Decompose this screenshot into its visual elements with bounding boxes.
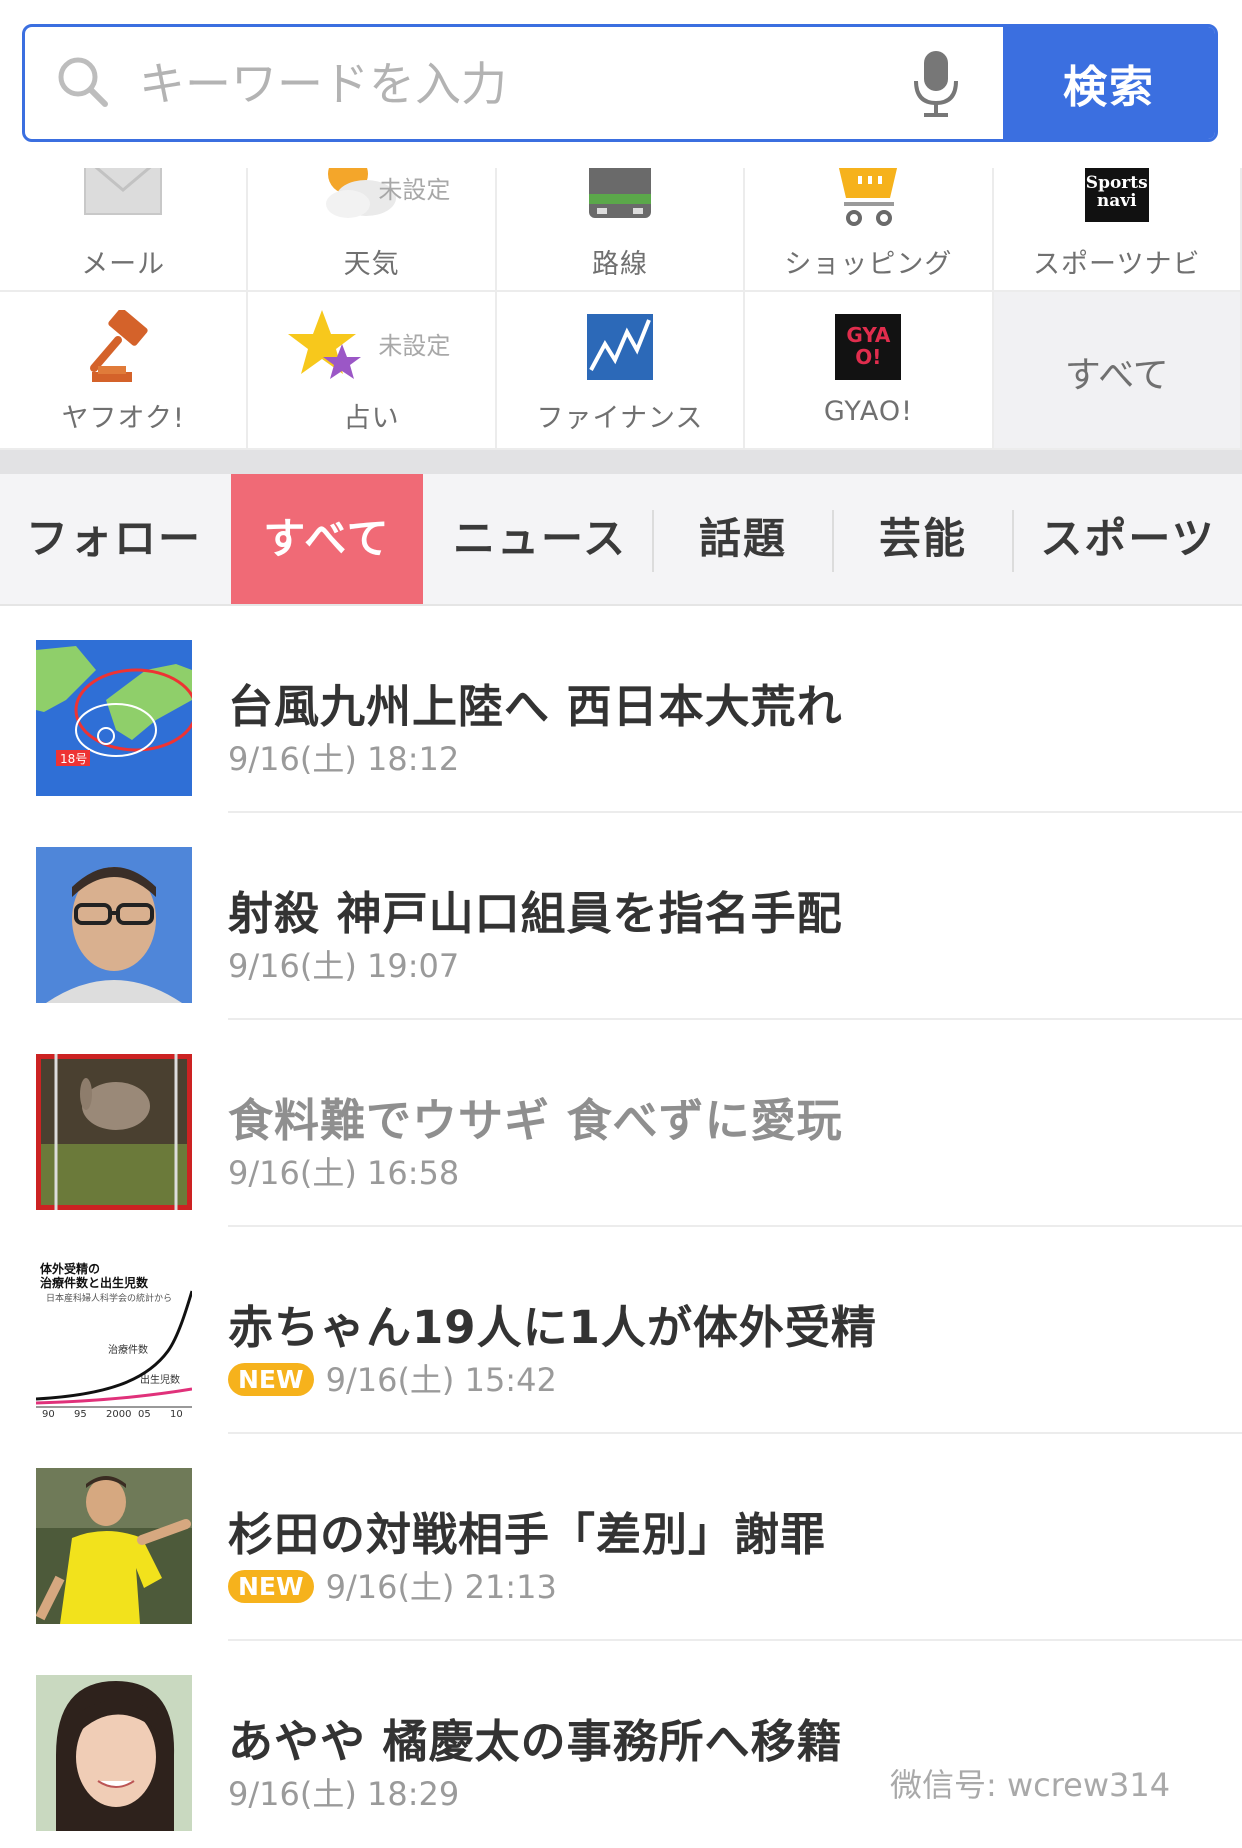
search-bar: 検索	[22, 24, 1218, 142]
search-icon	[58, 57, 108, 107]
tab-topics[interactable]: 話題	[654, 474, 832, 604]
service-grid: メール 未設定 天気 路線 ショッピング Sports navi スポーツナビ …	[0, 168, 1242, 450]
new-badge: NEW	[228, 1363, 314, 1396]
service-label: スポーツナビ	[1033, 249, 1201, 280]
service-label: GYAO!	[823, 396, 913, 427]
service-tile-all[interactable]: すべて	[993, 292, 1242, 450]
train-icon	[588, 168, 651, 218]
service-tile-gyao[interactable]: GYAO! GYAO!	[745, 292, 994, 450]
microphone-icon[interactable]	[911, 49, 961, 119]
news-headline[interactable]: 射殺 神戸山口組員を指名手配	[228, 877, 843, 942]
ivf-chart-tick-label: 05	[138, 1409, 151, 1417]
news-meta: NEW 9/16(土) 15:42	[228, 1355, 557, 1401]
service-label: ヤフオク!	[61, 403, 185, 434]
news-timestamp: 9/16(土) 19:07	[228, 947, 460, 985]
news-timestamp: 9/16(土) 15:42	[325, 1361, 557, 1399]
news-list: 18号 台風九州上陸へ 西日本大荒れ 9/16(土) 18:12 射殺 神戸山口…	[0, 606, 1242, 1848]
service-label: メール	[81, 249, 166, 280]
ivf-chart-series-a: 治療件数	[108, 1343, 148, 1356]
typhoon-map-thumbnail: 18号	[36, 640, 192, 796]
service-label: 路線	[591, 249, 648, 280]
news-timestamp: 9/16(土) 18:12	[228, 740, 460, 778]
new-badge: NEW	[228, 1570, 314, 1603]
tab-news[interactable]: ニュース	[430, 474, 650, 604]
cart-icon	[839, 168, 898, 226]
ivf-chart-tick-label: 95	[74, 1409, 87, 1417]
ivf-chart-title-2: 治療件数と出生児数	[40, 1275, 149, 1290]
mail-icon	[84, 168, 163, 215]
gyao-icon: GYAO!	[835, 314, 902, 380]
tennis-player-thumbnail	[36, 1468, 192, 1624]
tab-sports[interactable]: スポーツ	[1014, 474, 1242, 604]
news-headline[interactable]: あやや 橘慶太の事務所へ移籍	[228, 1705, 843, 1770]
ivf-chart-tick-label: 10	[170, 1409, 183, 1417]
news-item[interactable]: 杉田の対戦相手「差別」謝罪 NEW 9/16(土) 21:13	[0, 1434, 1242, 1641]
news-headline[interactable]: 赤ちゃん19人に1人が体外受精	[228, 1291, 877, 1356]
news-timestamp: 9/16(土) 21:13	[325, 1568, 557, 1606]
fortune-star-icon	[288, 310, 362, 379]
news-headline[interactable]: 台風九州上陸へ 西日本大荒れ	[228, 670, 843, 735]
search-input[interactable]	[137, 27, 901, 139]
service-tile-train[interactable]: 路線	[496, 168, 746, 292]
news-meta: NEW 9/16(土) 21:13	[228, 1562, 557, 1608]
service-tile-finance[interactable]: ファイナンス	[496, 292, 746, 450]
tab-entertainment[interactable]: 芸能	[834, 474, 1012, 604]
service-tile-fortune[interactable]: 未設定 占い	[248, 292, 497, 450]
service-tile-mail[interactable]: メール	[0, 168, 249, 292]
news-headline[interactable]: 食料難でウサギ 食べずに愛玩	[228, 1084, 843, 1149]
ivf-chart-series-b: 出生児数	[140, 1373, 180, 1386]
service-tile-weather[interactable]: 未設定 天気	[248, 168, 497, 292]
ivf-chart-tick-label: 2000	[106, 1409, 131, 1417]
watermark-text: 微信号: wcrew314	[890, 1766, 1171, 1804]
news-item[interactable]: 体外受精の 治療件数と出生児数 日本産科婦人科学会の統計から 治療件数 出生児数…	[0, 1227, 1242, 1434]
news-item[interactable]: 18号 台風九州上陸へ 西日本大荒れ 9/16(土) 18:12	[0, 606, 1242, 813]
search-button[interactable]: 検索	[1003, 27, 1215, 139]
service-tile-shopping[interactable]: ショッピング	[745, 168, 994, 292]
news-timestamp: 9/16(土) 18:29	[228, 1775, 460, 1813]
service-label: 天気	[343, 249, 400, 280]
tab-all[interactable]: すべて	[231, 474, 423, 604]
tab-follow[interactable]: フォロー	[0, 474, 228, 604]
sportsnavi-icon: Sports navi	[1084, 168, 1149, 222]
rabbit-photo-thumbnail	[36, 1054, 192, 1210]
service-label: ショッピング	[784, 249, 953, 280]
news-item[interactable]: 射殺 神戸山口組員を指名手配 9/16(土) 19:07	[0, 813, 1242, 1020]
auction-gavel-icon	[90, 310, 148, 382]
news-item[interactable]: 食料難でウサギ 食べずに愛玩 9/16(土) 16:58	[0, 1020, 1242, 1227]
service-label: ファイナンス	[536, 403, 704, 434]
service-tile-sportsnavi[interactable]: Sports navi スポーツナビ	[993, 168, 1242, 292]
service-label: 占い	[343, 403, 400, 434]
service-all-label: すべて	[1064, 355, 1169, 396]
ivf-chart-source: 日本産科婦人科学会の統計から	[46, 1292, 172, 1304]
news-headline[interactable]: 杉田の対戦相手「差別」謝罪	[228, 1498, 826, 1563]
suspect-photo-thumbnail	[36, 847, 192, 1003]
finance-chart-icon	[586, 314, 653, 380]
search-field[interactable]	[25, 27, 1003, 139]
news-tabs: フォロー すべて ニュース 話題 芸能 スポーツ	[0, 474, 1242, 606]
ivf-chart-thumbnail: 体外受精の 治療件数と出生児数 日本産科婦人科学会の統計から 治療件数 出生児数…	[36, 1261, 192, 1417]
ivf-chart-tick-label: 90	[42, 1409, 55, 1417]
section-separator	[0, 450, 1242, 474]
news-item[interactable]: あやや 橘慶太の事務所へ移籍 9/16(土) 18:29	[0, 1641, 1242, 1848]
news-timestamp: 9/16(土) 16:58	[228, 1154, 460, 1192]
ivf-chart-title-1: 体外受精の	[40, 1261, 100, 1276]
unset-note: 未設定	[378, 332, 451, 360]
service-tile-auction[interactable]: ヤフオク!	[0, 292, 249, 450]
typhoon-map-label: 18号	[60, 752, 87, 766]
unset-note: 未設定	[378, 176, 451, 204]
woman-portrait-thumbnail	[36, 1675, 192, 1831]
